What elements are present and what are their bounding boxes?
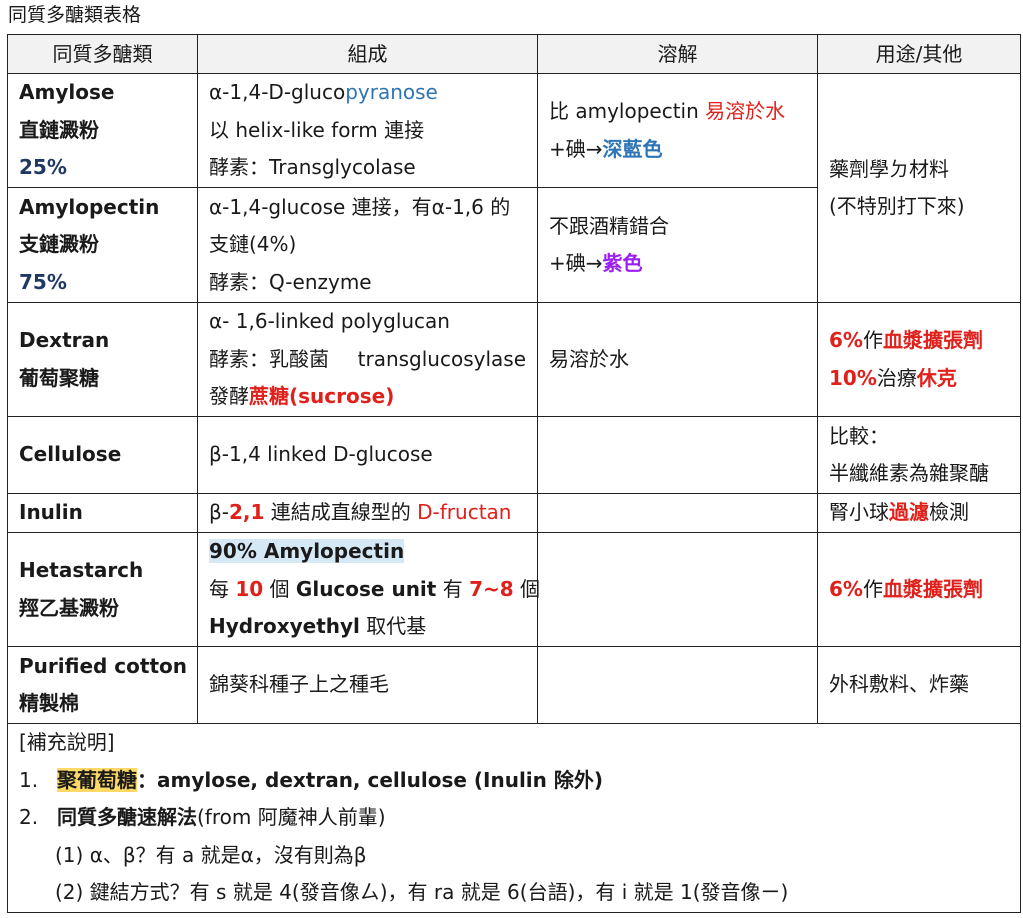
- amylopectin-name-en: Amylopectin: [19, 194, 160, 219]
- cellulose-use-line2: 半纖維素為雜聚醣: [829, 461, 989, 485]
- amylopectin-solubility-cell: 不跟酒精錯合 +碘→紫色: [537, 187, 818, 303]
- cotton-name-cell: Purified cotton 精製棉: [7, 646, 198, 724]
- dextran-name-en: Dextran: [19, 328, 110, 352]
- amylose-comp-line2: 以 helix-like form 連接: [209, 117, 425, 142]
- dextran-usage-cell: 6%作血漿擴張劑 10%治療休克: [817, 302, 1021, 417]
- hetastarch-use: 6%作血漿擴張劑: [829, 576, 983, 601]
- amylose-sol-line2: +碘→深藍色: [549, 136, 663, 161]
- header-composition: 組成: [197, 34, 538, 74]
- cotton-name-zh: 精製棉: [19, 691, 79, 715]
- cellulose-name-cell: Cellulose: [7, 416, 198, 494]
- header-solubility: 溶解: [537, 34, 818, 74]
- notes-cell: [補充說明] 1. 聚葡萄糖：amylose, dextran, cellulo…: [7, 723, 1021, 913]
- cotton-name-en: Purified cotton: [19, 653, 187, 678]
- amylopectin-sol-line1: 不跟酒精錯合: [549, 213, 669, 238]
- document-title: 同質多醣類表格: [8, 4, 142, 26]
- cellulose-usage-cell: 比較： 半纖維素為雜聚醣: [817, 416, 1021, 494]
- hetastarch-name-en: Hetastarch: [19, 558, 144, 582]
- dextran-comp-line2: 酵素：乳酸菌 transglucosylase: [209, 346, 526, 371]
- cotton-solubility-cell: [537, 646, 818, 724]
- inulin-solubility-cell: [537, 493, 818, 533]
- amylose-name-cell: Amylose 直鏈澱粉 25%: [7, 73, 198, 188]
- row-amylose: Amylose 直鏈澱粉 25% α-1,4-D-glucopyranose 以…: [7, 73, 1021, 303]
- inulin-name-cell: Inulin: [7, 493, 198, 533]
- header-type: 同質多醣類: [7, 34, 198, 74]
- dextran-name-cell: Dextran 葡萄聚糖: [7, 302, 198, 417]
- row-notes: [補充說明] 1. 聚葡萄糖：amylose, dextran, cellulo…: [7, 723, 1021, 913]
- amylose-comp-line1: α-1,4-D-glucopyranose: [209, 80, 438, 105]
- row-dextran: Dextran 葡萄聚糖 α- 1,6-linked polyglucan 酵素…: [7, 302, 1021, 417]
- amylopectin-name-zh: 支鏈澱粉: [19, 232, 99, 257]
- amylose-name-zh: 直鏈澱粉: [19, 117, 99, 142]
- inulin-comp: β-2,1 連結成直線型的 D-fructan: [209, 500, 512, 525]
- dextran-name-zh: 葡萄聚糖: [19, 365, 99, 390]
- amylopectin-composition-cell: α-1,4-glucose 連接，有α-1,6 的 支鏈(4%) 酵素：Q-en…: [197, 187, 538, 303]
- hetastarch-comp-line1: 90% Amylopectin: [209, 539, 405, 564]
- cotton-usage-cell: 外科敷料、炸藥: [817, 646, 1021, 724]
- inulin-name-en: Inulin: [19, 500, 83, 525]
- cellulose-comp: β-1,4 linked D-glucose: [209, 442, 433, 467]
- cellulose-composition-cell: β-1,4 linked D-glucose: [197, 416, 538, 494]
- cellulose-solubility-cell: [537, 416, 818, 494]
- cotton-use: 外科敷料、炸藥: [829, 672, 969, 697]
- cellulose-name-en: Cellulose: [19, 442, 122, 467]
- hetastarch-name-zh: 羥乙基澱粉: [19, 595, 119, 620]
- note-sub-item-1: (1) α、β？有 a 就是α，沒有則為β: [55, 842, 367, 867]
- hetastarch-usage-cell: 6%作血漿擴張劑: [817, 532, 1021, 647]
- amylopectin-comp-line3: 酵素：Q-enzyme: [209, 269, 372, 294]
- amylopectin-name-cell: Amylopectin 支鏈澱粉 75%: [7, 187, 198, 303]
- amylose-percent: 25%: [19, 155, 67, 180]
- note-item-1: 1. 聚葡萄糖：amylose, dextran, cellulose (Inu…: [19, 767, 604, 792]
- polysaccharide-table: 同質多醣類 組成 溶解 用途/其他 Amylose 直鏈澱粉 25% α-1,4…: [7, 34, 1021, 913]
- row-cellulose: Cellulose β-1,4 linked D-glucose 比較： 半纖維…: [7, 416, 1021, 494]
- row-hetastarch: Hetastarch 羥乙基澱粉 90% Amylopectin 每 10 個 …: [7, 532, 1021, 647]
- row-inulin: Inulin β-2,1 連結成直線型的 D-fructan 腎小球過濾檢測: [7, 493, 1021, 533]
- starch-usage-cell: 藥劑學ㄉ材料 (不特別打下來): [817, 73, 1021, 303]
- amylopectin-sol-line2: +碘→紫色: [549, 251, 643, 275]
- notes-heading: [補充說明]: [19, 730, 115, 754]
- amylose-sol-line1: 比 amylopectin 易溶於水: [549, 99, 786, 123]
- dextran-use-line1: 6%作血漿擴張劑: [829, 328, 983, 352]
- cotton-composition-cell: 錦葵科種子上之種毛: [197, 646, 538, 724]
- dextran-composition-cell: α- 1,6-linked polyglucan 酵素：乳酸菌 transgluc…: [197, 302, 538, 417]
- hetastarch-solubility-cell: [537, 532, 818, 647]
- amylose-composition-cell: α-1,4-D-glucopyranose 以 helix-like form …: [197, 73, 538, 188]
- note-item-2: 2. 同質多醣速解法(from 阿魔神人前輩): [19, 805, 386, 829]
- header-usage: 用途/其他: [817, 34, 1021, 74]
- amylopectin-comp-line1: α-1,4-glucose 連接，有α-1,6 的: [209, 194, 511, 219]
- dextran-use-line2: 10%治療休克: [829, 365, 957, 390]
- inulin-composition-cell: β-2,1 連結成直線型的 D-fructan: [197, 493, 538, 533]
- dextran-solubility-cell: 易溶於水: [537, 302, 818, 417]
- inulin-usage-cell: 腎小球過濾檢測: [817, 493, 1021, 533]
- amylose-comp-line3: 酵素：Transglycolase: [209, 155, 416, 180]
- amylose-solubility-cell: 比 amylopectin 易溶於水 +碘→深藍色: [537, 73, 818, 188]
- cellulose-use-line1: 比較：: [829, 423, 889, 448]
- note-sub-item-2: (2) 鍵結方式？有 s 就是 4(發音像ㄙ)，有 ra 就是 6(台語)，有 …: [55, 880, 789, 904]
- hetastarch-comp-line3: Hydroxyethyl 取代基: [209, 614, 427, 639]
- dextran-comp-line1: α- 1,6-linked polyglucan: [209, 309, 450, 334]
- amylopectin-comp-line2: 支鏈(4%): [209, 232, 297, 257]
- starch-use-line1: 藥劑學ㄉ材料: [829, 156, 949, 181]
- dextran-sol: 易溶於水: [549, 346, 629, 371]
- inulin-use: 腎小球過濾檢測: [829, 500, 969, 525]
- hetastarch-comp-line2: 每 10 個 Glucose unit 有 7~8 個: [209, 576, 541, 601]
- hetastarch-name-cell: Hetastarch 羥乙基澱粉: [7, 532, 198, 647]
- row-purified-cotton: Purified cotton 精製棉 錦葵科種子上之種毛 外科敷料、炸藥: [7, 646, 1021, 724]
- cotton-comp: 錦葵科種子上之種毛: [209, 672, 389, 697]
- starch-use-line2: (不特別打下來): [829, 194, 965, 218]
- amylose-name-en: Amylose: [19, 80, 115, 105]
- hetastarch-composition-cell: 90% Amylopectin 每 10 個 Glucose unit 有 7~…: [197, 532, 541, 647]
- header-row: 同質多醣類 組成 溶解 用途/其他: [7, 34, 1021, 74]
- amylopectin-percent: 75%: [19, 269, 67, 294]
- dextran-comp-line3: 發酵蔗糖(sucrose): [209, 384, 395, 409]
